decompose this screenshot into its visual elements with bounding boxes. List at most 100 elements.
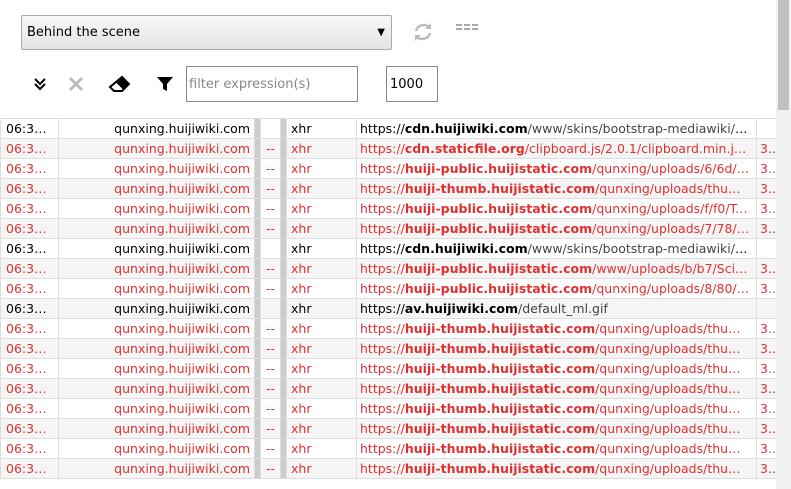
request-context: qunxing.huijiwiki.com <box>58 318 255 339</box>
url-scheme: https:// <box>360 161 405 176</box>
request-url[interactable]: https://huiji-public.huijistatic.com/qun… <box>356 198 757 219</box>
table-row[interactable]: 06:37:57 qunxing.huijiwiki.com -- xhr https:… <box>0 158 777 179</box>
request-url[interactable]: https://huiji-public.huijistatic.com/www… <box>356 258 757 279</box>
party-badge: 3p <box>756 358 777 379</box>
url-host: cdn.staticfile.org <box>404 141 525 156</box>
request-type: xhr <box>286 418 357 439</box>
url-host: huiji-public.huijistatic.com <box>404 161 593 176</box>
url-scheme: https:// <box>360 221 405 236</box>
request-context: qunxing.huijiwiki.com <box>58 138 255 159</box>
url-host: huiji-thumb.huijistatic.com <box>404 361 596 376</box>
filter-marker: -- <box>260 318 281 339</box>
table-row[interactable]: 06:37:57 qunxing.huijiwiki.com -- xhr https:… <box>0 338 777 359</box>
request-time: 06:37:57 <box>0 318 59 339</box>
request-url[interactable]: https://huiji-public.huijistatic.com/qun… <box>356 158 757 179</box>
table-row[interactable]: 06:37:57 qunxing.huijiwiki.com -- xhr https:… <box>0 278 777 299</box>
request-time: 06:37:57 <box>0 158 59 179</box>
filter-marker: -- <box>260 358 281 379</box>
url-scheme: https:// <box>360 381 405 396</box>
request-url[interactable]: https://huiji-public.huijistatic.com/qun… <box>356 278 757 299</box>
request-url[interactable]: https://huiji-thumb.huijistatic.com/qunx… <box>356 378 757 399</box>
request-url[interactable]: https://av.huijiwiki.com/default_ml.gif <box>356 298 757 319</box>
url-scheme: https:// <box>360 241 405 256</box>
request-url[interactable]: https://huiji-thumb.huijistatic.com/qunx… <box>356 318 757 339</box>
url-path: /qunxing/uploads/thumb/1/1… <box>595 181 755 196</box>
request-type: xhr <box>286 218 357 239</box>
url-host: huiji-public.huijistatic.com <box>404 281 593 296</box>
request-time: 06:37:57 <box>0 198 59 219</box>
table-row[interactable]: 06:37:57 qunxing.huijiwiki.com -- xhr https:… <box>0 398 777 419</box>
request-type: xhr <box>286 338 357 359</box>
table-row[interactable]: 06:37:58 qunxing.huijiwiki.com xhr https://… <box>0 118 777 139</box>
url-host: cdn.huijiwiki.com <box>404 241 528 256</box>
request-url[interactable]: https://huiji-thumb.huijistatic.com/qunx… <box>356 458 757 479</box>
table-row[interactable]: 06:37:57 qunxing.huijiwiki.com -- xhr https:… <box>0 258 777 279</box>
eraser-icon[interactable] <box>106 70 134 98</box>
url-path: /default_ml.gif <box>517 301 608 316</box>
party-badge: 3p <box>756 418 777 439</box>
filter-icon[interactable] <box>151 70 179 98</box>
request-url[interactable]: https://cdn.huijiwiki.com/www/skins/boot… <box>356 118 757 139</box>
chevron-double-down-icon[interactable] <box>26 70 54 98</box>
table-row[interactable]: 06:37:57 qunxing.huijiwiki.com xhr https://… <box>0 298 777 319</box>
table-row[interactable]: 06:37:57 qunxing.huijiwiki.com -- xhr https:… <box>0 218 777 239</box>
table-row[interactable]: 06:37:57 qunxing.huijiwiki.com -- xhr https:… <box>0 458 777 479</box>
request-url[interactable]: https://huiji-thumb.huijistatic.com/qunx… <box>356 418 757 439</box>
url-scheme: https:// <box>360 361 405 376</box>
url-scheme: https:// <box>360 341 405 356</box>
party-badge: 3p <box>756 198 777 219</box>
url-path: /qunxing/uploads/8/80/Event… <box>592 281 755 296</box>
request-url[interactable]: https://huiji-public.huijistatic.com/qun… <box>356 218 757 239</box>
request-context: qunxing.huijiwiki.com <box>58 118 255 139</box>
url-host: huiji-thumb.huijistatic.com <box>404 381 596 396</box>
party-badge: 3p <box>756 278 777 299</box>
request-type: xhr <box>286 358 357 379</box>
chevron-down-icon: ▼ <box>377 27 385 38</box>
table-row[interactable]: 06:37:57 qunxing.huijiwiki.com -- xhr https:… <box>0 178 777 199</box>
max-entries-input[interactable] <box>386 66 438 102</box>
refresh-icon[interactable] <box>411 20 435 44</box>
party-badge: 3p <box>756 138 777 159</box>
url-scheme: https:// <box>360 261 405 276</box>
request-time: 06:37:57 <box>0 438 59 459</box>
scrollbar-thumb[interactable] <box>778 0 789 110</box>
table-row[interactable]: 06:37:58 qunxing.huijiwiki.com -- xhr https:… <box>0 138 777 159</box>
request-context: qunxing.huijiwiki.com <box>58 218 255 239</box>
url-path: /qunxing/uploads/thumb/c/c… <box>595 361 755 376</box>
request-time: 06:37:57 <box>0 258 59 279</box>
scrollbar[interactable] <box>776 0 791 489</box>
table-row[interactable]: 06:37:57 qunxing.huijiwiki.com -- xhr https:… <box>0 318 777 339</box>
request-url[interactable]: https://cdn.staticfile.org/clipboard.js/… <box>356 138 757 159</box>
request-time: 06:37:58 <box>0 118 59 139</box>
party-badge: 3p <box>756 338 777 359</box>
filter-input[interactable] <box>186 66 358 102</box>
request-url[interactable]: https://cdn.huijiwiki.com/www/skins/boot… <box>356 238 757 259</box>
request-url[interactable]: https://huiji-thumb.huijistatic.com/qunx… <box>356 178 757 199</box>
tab-select-value: Behind the scene <box>27 25 141 40</box>
url-scheme: https:// <box>360 121 405 136</box>
request-url[interactable]: https://huiji-thumb.huijistatic.com/qunx… <box>356 338 757 359</box>
request-url[interactable]: https://huiji-thumb.huijistatic.com/qunx… <box>356 438 757 459</box>
url-host: huiji-thumb.huijistatic.com <box>404 321 596 336</box>
url-host: huiji-thumb.huijistatic.com <box>404 181 596 196</box>
request-context: qunxing.huijiwiki.com <box>58 458 255 479</box>
url-scheme: https:// <box>360 401 405 416</box>
layout-icon[interactable] <box>456 20 478 32</box>
table-row[interactable]: 06:37:57 qunxing.huijiwiki.com -- xhr https:… <box>0 358 777 379</box>
close-icon[interactable] <box>62 70 90 98</box>
table-row[interactable]: 06:37:57 qunxing.huijiwiki.com -- xhr https:… <box>0 378 777 399</box>
url-scheme: https:// <box>360 201 405 216</box>
party-badge: 3p <box>756 258 777 279</box>
table-row[interactable]: 06:37:57 qunxing.huijiwiki.com -- xhr https:… <box>0 198 777 219</box>
table-row[interactable]: 06:37:57 qunxing.huijiwiki.com -- xhr https:… <box>0 418 777 439</box>
url-path: /qunxing/uploads/f/f0/Tech_… <box>592 201 757 216</box>
request-url[interactable]: https://huiji-thumb.huijistatic.com/qunx… <box>356 398 757 419</box>
tab-select[interactable]: Behind the scene ▼ <box>21 15 392 50</box>
request-time: 06:37:57 <box>0 218 59 239</box>
party-badge <box>756 298 777 319</box>
request-url[interactable]: https://huiji-thumb.huijistatic.com/qunx… <box>356 358 757 379</box>
url-scheme: https:// <box>360 421 405 436</box>
table-row[interactable]: 06:37:57 qunxing.huijiwiki.com xhr https://… <box>0 238 777 259</box>
table-row[interactable]: 06:37:57 qunxing.huijiwiki.com -- xhr https:… <box>0 438 777 459</box>
url-scheme: https:// <box>360 461 405 476</box>
